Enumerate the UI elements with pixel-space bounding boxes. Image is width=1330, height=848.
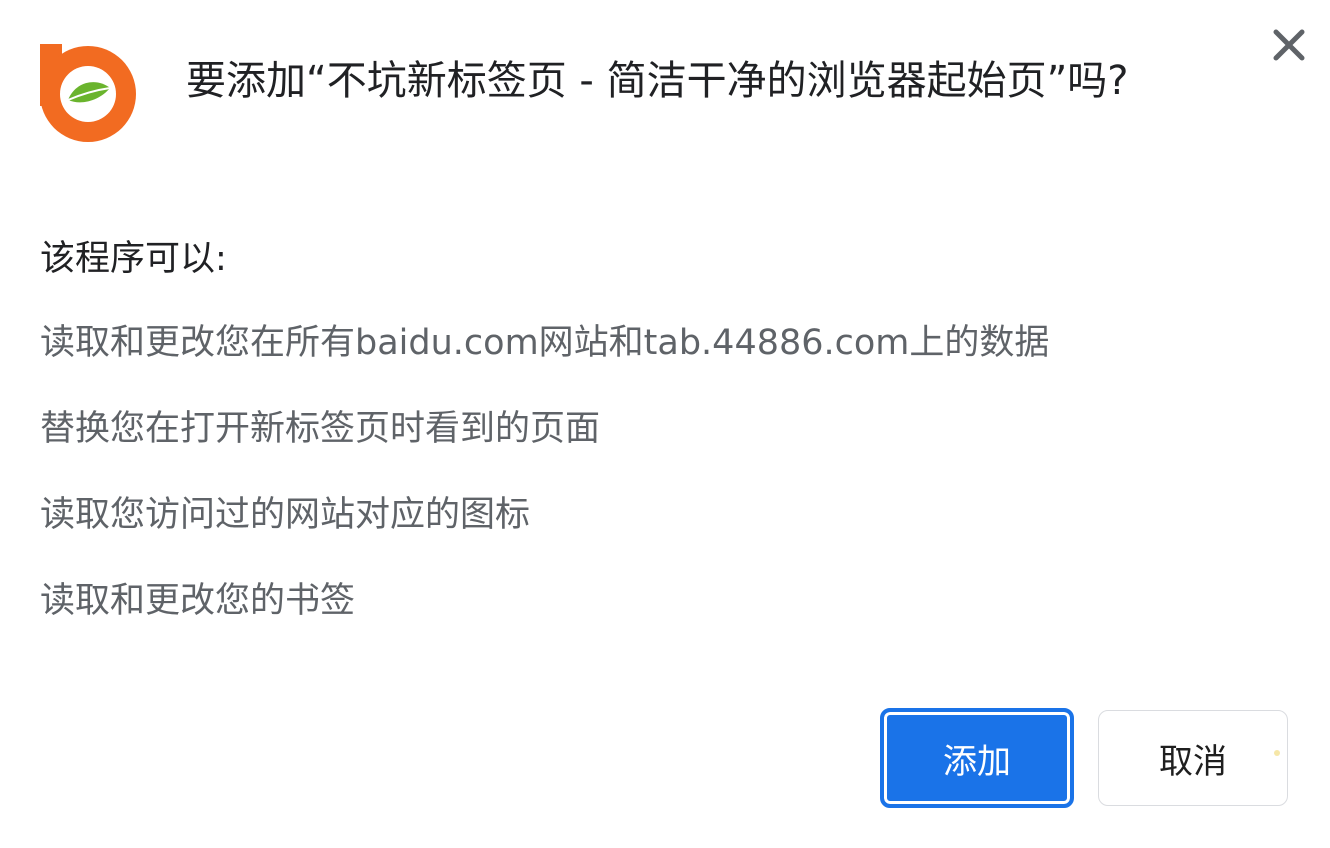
cancel-button[interactable]: 取消 [1098,710,1288,806]
extension-logo-icon [40,44,136,142]
dialog-title: 要添加“不坑新标签页 - 简洁干净的浏览器起始页”吗? [186,58,1129,104]
extension-install-dialog: 要添加“不坑新标签页 - 简洁干净的浏览器起始页”吗? 该程序可以: 读取和更改… [0,0,1330,848]
permission-item: 读取您访问过的网站对应的图标 [40,495,531,535]
permission-item: 读取和更改您在所有baidu.com网站和tab.44886.com上的数据 [40,323,1050,363]
close-icon[interactable] [1266,22,1312,68]
decorative-dot [1274,750,1280,756]
add-extension-button[interactable]: 添加 [880,708,1074,808]
permissions-heading: 该程序可以: [40,239,227,279]
permission-item: 替换您在打开新标签页时看到的页面 [40,409,601,449]
permissions-list: 读取和更改您在所有baidu.com网站和tab.44886.com上的数据 替… [40,320,1049,664]
permission-item: 读取和更改您的书签 [40,581,356,621]
